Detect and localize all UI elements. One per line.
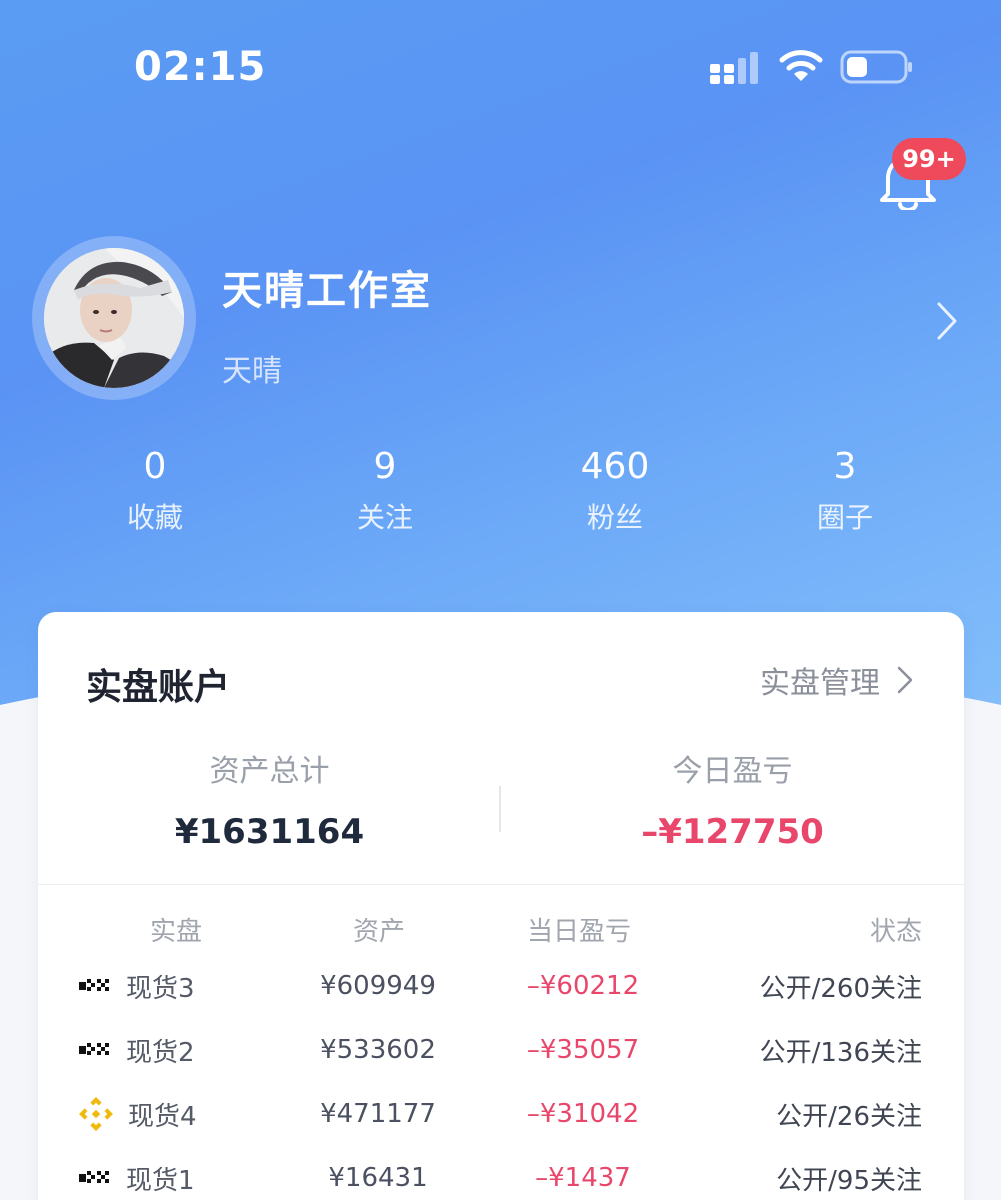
- table-row[interactable]: 现货3 ¥609949 –¥60212 公开/260关注: [38, 954, 964, 1018]
- table-row[interactable]: 现货2 ¥533602 –¥35057 公开/136关注: [38, 1018, 964, 1082]
- avatar[interactable]: [32, 236, 196, 400]
- account-cell: 现货4: [38, 1096, 308, 1133]
- battery-icon: [840, 50, 912, 84]
- account-status: 公开/136关注: [759, 1037, 922, 1068]
- account-status: 公开/260关注: [759, 973, 922, 1004]
- okx-logo-icon: [79, 979, 109, 991]
- account-cell: 现货1: [38, 1160, 308, 1197]
- account-status: 公开/95关注: [776, 1165, 922, 1196]
- profile-subtitle: 天晴: [222, 354, 282, 389]
- stat-value: 460: [580, 446, 650, 487]
- stat-favorites[interactable]: 0 收藏: [40, 442, 270, 552]
- account-pnl: –¥60212: [526, 971, 640, 1001]
- account-manage-link[interactable]: 实盘管理: [760, 660, 914, 701]
- header-account: 实盘: [149, 916, 202, 947]
- stat-value: 9: [373, 446, 397, 487]
- table-row[interactable]: 现货1 ¥16431 –¥1437 公开/95关注: [38, 1146, 964, 1200]
- notification-badge: 99+: [892, 138, 966, 180]
- stat-label: 关注: [356, 501, 413, 534]
- total-assets-label: 资产总计: [209, 754, 330, 789]
- stat-label: 收藏: [126, 501, 183, 534]
- binance-logo-icon: [79, 1097, 113, 1131]
- account-asset: ¥471177: [320, 1099, 436, 1129]
- account-pnl: –¥31042: [526, 1099, 640, 1129]
- live-account-card: 实盘账户 实盘管理 资产总计 ¥1631164 今日盈亏 –¥127750 实盘…: [38, 612, 964, 1200]
- account-summary: 资产总计 ¥1631164 今日盈亏 –¥127750: [38, 746, 964, 866]
- account-status: 公开/26关注: [776, 1101, 922, 1132]
- account-name: 现货2: [126, 1037, 195, 1068]
- account-asset: ¥16431: [328, 1163, 428, 1193]
- avatar-image: [44, 248, 184, 388]
- okx-logo-icon: [79, 1043, 109, 1055]
- summary-divider: [499, 786, 501, 832]
- header-asset: 资产: [352, 916, 405, 947]
- account-cell: 现货3: [38, 968, 308, 1005]
- account-asset: ¥533602: [320, 1035, 436, 1065]
- account-name: 现货4: [128, 1101, 197, 1132]
- stat-fans[interactable]: 460 粉丝: [500, 442, 730, 552]
- accounts-table: 实盘 资产 当日盈亏 状态 现货3 ¥609949 –¥60212 公开/260…: [38, 904, 964, 1200]
- today-pnl-label: 今日盈亏: [672, 754, 793, 789]
- cellular-signal-icon: [710, 52, 758, 84]
- divider: [38, 884, 964, 885]
- account-pnl: –¥35057: [526, 1035, 640, 1065]
- chevron-right-icon: [897, 666, 913, 694]
- stat-circles[interactable]: 3 圈子: [730, 442, 960, 552]
- card-title: 实盘账户: [86, 667, 231, 708]
- profile-name[interactable]: 天晴工作室: [222, 258, 432, 316]
- table-header: 实盘 资产 当日盈亏 状态: [38, 904, 964, 954]
- account-manage-label: 实盘管理: [760, 666, 880, 701]
- wifi-icon: [779, 50, 823, 81]
- today-pnl-value: –¥127750: [641, 812, 824, 852]
- stats-row: 0 收藏 9 关注 460 粉丝 3 圈子: [40, 442, 960, 552]
- stat-value: 0: [143, 446, 167, 487]
- header-status: 状态: [869, 916, 922, 947]
- total-assets-value: ¥1631164: [174, 812, 365, 852]
- stat-label: 粉丝: [586, 501, 643, 534]
- profile-page: 02:15 99+ 天晴工作室 天晴 0 收藏 9 关注 460 粉丝 3 圈子…: [0, 0, 1001, 1200]
- account-pnl: –¥1437: [535, 1163, 631, 1193]
- table-row[interactable]: 现货4 ¥471177 –¥31042 公开/26关注: [38, 1082, 964, 1146]
- chevron-right-icon[interactable]: [934, 300, 960, 342]
- stat-label: 圈子: [816, 501, 873, 534]
- account-name: 现货1: [126, 1165, 195, 1196]
- today-pnl: 今日盈亏 –¥127750: [501, 746, 964, 866]
- okx-logo-icon: [79, 1171, 109, 1183]
- stat-value: 3: [833, 446, 857, 487]
- status-bar: 02:15: [0, 0, 1001, 130]
- account-asset: ¥609949: [320, 971, 436, 1001]
- header-pnl: 当日盈亏: [526, 916, 631, 947]
- stat-following[interactable]: 9 关注: [270, 442, 500, 552]
- total-assets: 资产总计 ¥1631164: [38, 746, 501, 866]
- status-time: 02:15: [134, 44, 267, 90]
- account-name: 现货3: [126, 973, 195, 1004]
- account-cell: 现货2: [38, 1032, 308, 1069]
